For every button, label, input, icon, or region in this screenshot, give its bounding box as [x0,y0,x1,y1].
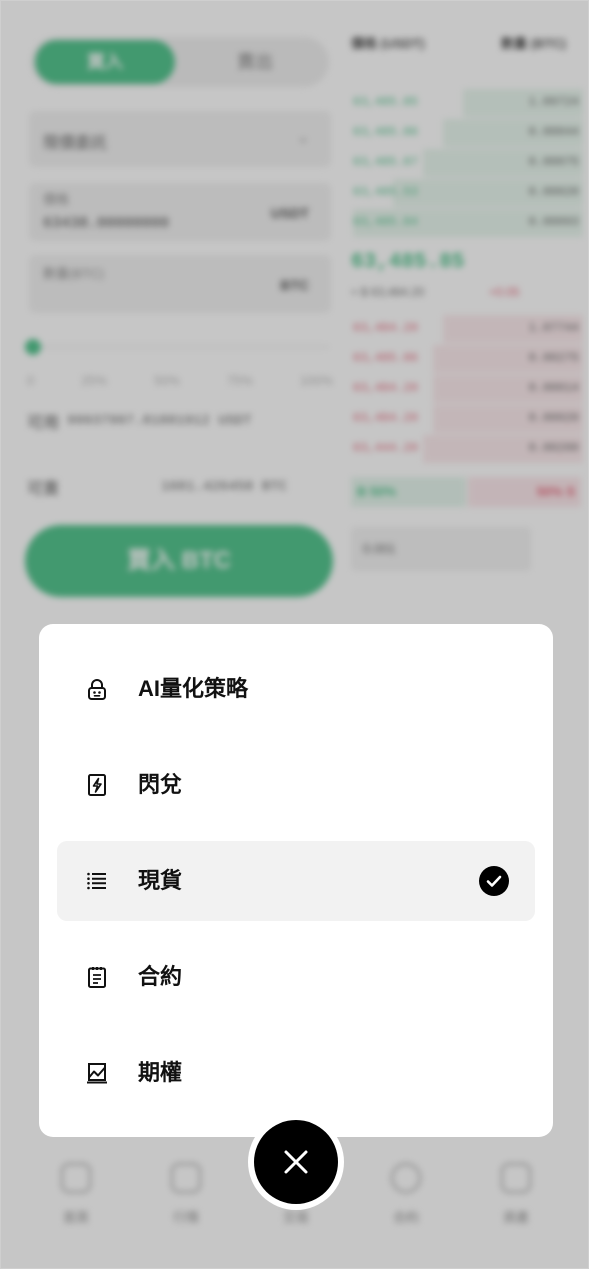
menu-item-label: AI量化策略 [138,676,249,701]
contract-icon [88,967,106,988]
menu-item-label: 現貨 [138,868,183,893]
chart-icon [87,1063,107,1084]
app-frame: 買入 賣出 限價委託 ⌄ 價格 63438.00000000 USDT 數量(B… [0,0,589,1269]
robot-lock-icon [88,679,106,700]
close-button[interactable] [248,1114,344,1210]
list-icon [87,872,106,890]
menu-item-flash-swap[interactable]: 閃兌 [57,745,535,825]
menu-item-contract[interactable]: 合約 [57,937,535,1017]
menu-item-label: 閃兌 [138,772,183,797]
menu-item-options[interactable]: 期權 [57,1033,535,1113]
close-icon [284,1150,308,1174]
menu-item-spot[interactable]: 現貨 [57,841,535,921]
flash-icon [88,774,106,796]
menu-item-label: 期權 [138,1060,183,1085]
menu-item-label: 合約 [138,964,183,989]
trade-mode-menu: AI量化策略 閃兌 現貨 合約 期權 [39,624,553,1137]
menu-item-ai-quant[interactable]: AI量化策略 [57,649,535,729]
check-circle-icon [479,866,509,896]
